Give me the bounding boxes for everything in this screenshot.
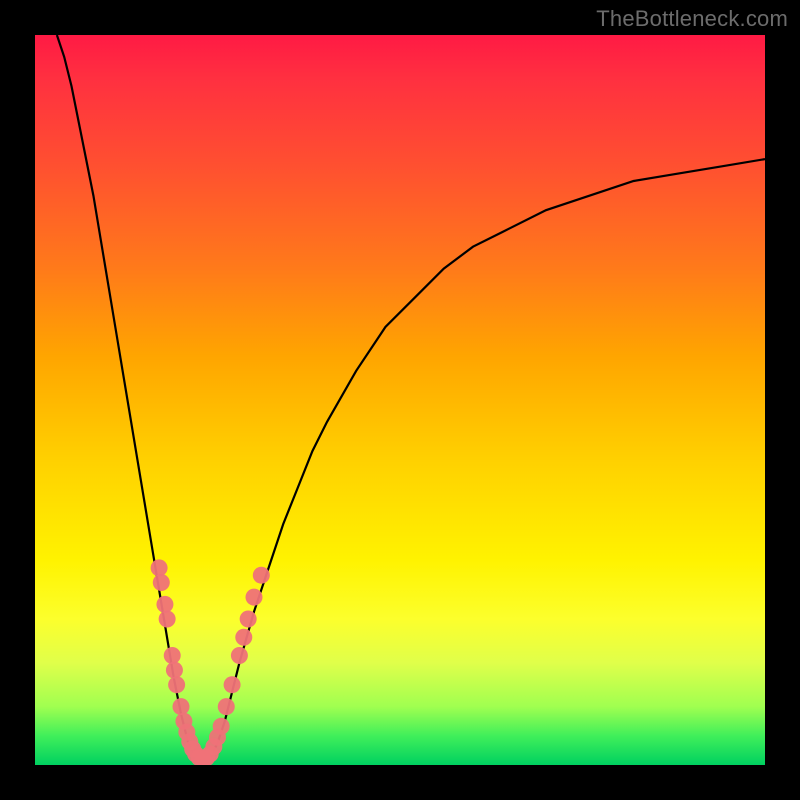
- data-point: [224, 676, 241, 693]
- data-point: [164, 647, 181, 664]
- chart-svg: [35, 35, 765, 765]
- data-point: [166, 662, 183, 679]
- data-point: [153, 574, 170, 591]
- data-point: [231, 647, 248, 664]
- data-point: [213, 718, 230, 735]
- plot-area: [35, 35, 765, 765]
- data-point: [159, 611, 176, 628]
- data-point: [246, 589, 263, 606]
- data-point: [235, 629, 252, 646]
- data-points-group: [151, 559, 270, 765]
- data-point: [253, 567, 270, 584]
- data-point: [156, 596, 173, 613]
- data-point: [168, 676, 185, 693]
- bottleneck-curve: [57, 35, 765, 765]
- data-point: [151, 559, 168, 576]
- data-point: [173, 698, 190, 715]
- chart-frame: TheBottleneck.com: [0, 0, 800, 800]
- watermark-text: TheBottleneck.com: [596, 6, 788, 32]
- data-point: [240, 611, 257, 628]
- data-point: [218, 698, 235, 715]
